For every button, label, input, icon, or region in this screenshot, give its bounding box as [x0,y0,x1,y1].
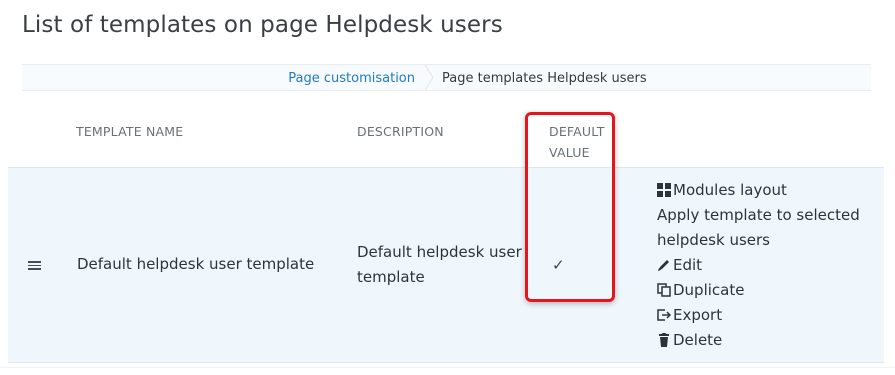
duplicate-link[interactable]: Duplicate [657,278,877,303]
template-name-cell: Default helpdesk user template [77,255,315,273]
breadcrumb-separator-icon [424,65,434,90]
duplicate-icon [657,283,671,297]
template-description-cell: Default helpdesk user template [357,243,522,286]
export-link[interactable]: Export [657,303,877,328]
apply-template-link[interactable]: Apply template to selected helpdesk user… [657,203,877,253]
checkmark-icon: ✓ [552,256,565,274]
page-bottom-divider [0,367,895,375]
breadcrumb: Page customisation Page templates Helpde… [22,64,871,91]
table-row: Default helpdesk user template Default h… [8,167,884,363]
page-title: List of templates on page Helpdesk users [22,12,503,38]
modules-layout-label: Modules layout [673,181,787,199]
breadcrumb-link-page-customisation[interactable]: Page customisation [278,71,415,86]
edit-link[interactable]: Edit [657,253,877,278]
delete-link[interactable]: Delete [657,328,877,353]
breadcrumb-current: Page templates Helpdesk users [442,71,647,86]
pencil-icon [658,260,669,271]
delete-label: Delete [673,331,723,349]
trash-icon [659,333,669,347]
modules-layout-link[interactable]: Modules layout [657,178,877,203]
edit-label: Edit [673,256,703,274]
row-actions: Modules layout Apply template to selecte… [657,178,877,353]
export-icon [657,309,671,321]
column-header-template-name[interactable]: TEMPLATE NAME [76,121,183,142]
duplicate-label: Duplicate [673,281,745,299]
drag-handle-icon[interactable] [28,261,41,270]
column-header-description[interactable]: DESCRIPTION [357,121,444,142]
export-label: Export [673,306,723,324]
grid-icon [657,183,671,197]
column-header-default-value[interactable]: DEFAULT VALUE [549,121,619,163]
